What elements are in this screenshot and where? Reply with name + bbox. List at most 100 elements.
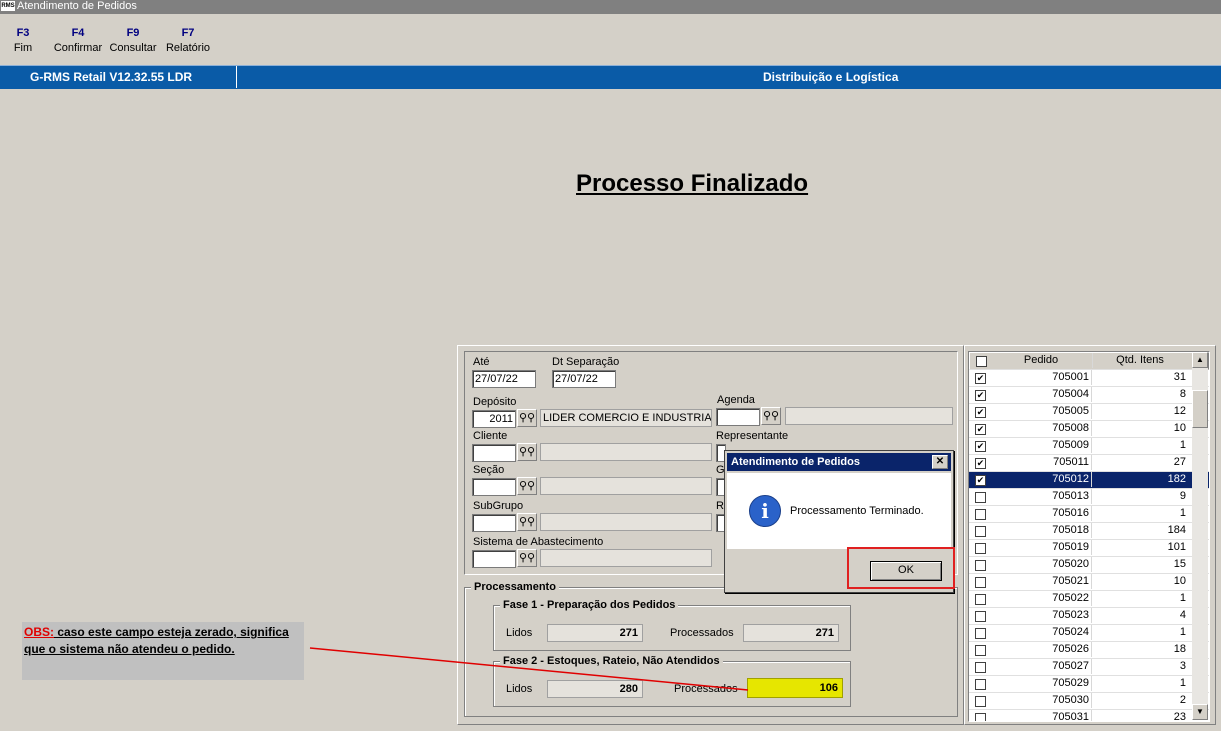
row-checkbox[interactable] bbox=[975, 679, 986, 690]
row-checkbox[interactable] bbox=[975, 628, 986, 639]
row-checkbox[interactable] bbox=[975, 543, 986, 554]
fim-button[interactable]: F3 Fim bbox=[10, 24, 36, 54]
sistema-abastecimento-label: Sistema de Abastecimento bbox=[473, 536, 604, 548]
pedido-cell: 705016 bbox=[991, 506, 1092, 521]
relatorio-button[interactable]: F7 Relatório bbox=[163, 24, 213, 54]
qtd-cell: 27 bbox=[1173, 456, 1186, 468]
list-row[interactable]: ✔ 705008 10 bbox=[969, 421, 1209, 438]
secao-search-icon[interactable]: ⚲⚲ bbox=[517, 477, 537, 495]
list-row[interactable]: ✔ 705009 1 bbox=[969, 438, 1209, 455]
deposito-label: Depósito bbox=[473, 396, 517, 408]
secao-description bbox=[540, 477, 712, 495]
list-row[interactable]: ✔ 705011 27 bbox=[969, 455, 1209, 472]
list-row[interactable]: 705022 1 bbox=[969, 591, 1209, 608]
list-row[interactable]: ✔ 705005 12 bbox=[969, 404, 1209, 421]
fase2-title: Fase 2 - Estoques, Rateio, Não Atendidos bbox=[500, 655, 723, 667]
list-row[interactable]: 705018 184 bbox=[969, 523, 1209, 540]
row-checkbox[interactable] bbox=[975, 645, 986, 656]
cliente-search-icon[interactable]: ⚲⚲ bbox=[517, 443, 537, 461]
list-row[interactable]: 705030 2 bbox=[969, 693, 1209, 710]
fase1-title: Fase 1 - Preparação dos Pedidos bbox=[500, 599, 679, 611]
list-row[interactable]: 705013 9 bbox=[969, 489, 1209, 506]
row-checkbox[interactable]: ✔ bbox=[975, 373, 986, 384]
row-checkbox[interactable]: ✔ bbox=[975, 407, 986, 418]
dt-separacao-input[interactable]: 27/07/22 bbox=[552, 370, 616, 388]
scroll-up-icon[interactable]: ▲ bbox=[1192, 352, 1208, 368]
pedido-cell: 705005 bbox=[991, 404, 1092, 419]
fkey-f9: F9 bbox=[126, 27, 140, 39]
fkey-f3: F3 bbox=[16, 27, 30, 39]
agenda-input[interactable] bbox=[716, 408, 760, 426]
sistema-search-icon[interactable]: ⚲⚲ bbox=[517, 549, 537, 567]
deposito-input[interactable]: 2011 bbox=[472, 410, 516, 428]
row-checkbox[interactable] bbox=[975, 577, 986, 588]
list-row[interactable]: 705023 4 bbox=[969, 608, 1209, 625]
pedido-cell: 705013 bbox=[991, 489, 1092, 504]
list-row[interactable]: ✔ 705012 182 bbox=[969, 472, 1209, 489]
list-row[interactable]: 705031 23 bbox=[969, 710, 1209, 721]
row-checkbox[interactable]: ✔ bbox=[975, 441, 986, 452]
pedido-cell: 705030 bbox=[991, 693, 1092, 708]
row-checkbox[interactable] bbox=[975, 594, 986, 605]
row-checkbox[interactable] bbox=[975, 526, 986, 537]
window-titlebar: RMS Atendimento de Pedidos bbox=[0, 0, 1221, 14]
pedido-cell: 705001 bbox=[991, 370, 1092, 385]
qtd-cell: 10 bbox=[1173, 575, 1186, 587]
select-all-checkbox[interactable] bbox=[976, 356, 987, 367]
agenda-search-icon[interactable]: ⚲⚲ bbox=[761, 407, 781, 425]
scroll-down-icon[interactable]: ▼ bbox=[1192, 704, 1208, 720]
app-version: G-RMS Retail V12.32.55 LDR bbox=[30, 70, 193, 84]
fase1-processados-value: 271 bbox=[743, 624, 839, 642]
row-checkbox[interactable] bbox=[975, 713, 986, 721]
list-row[interactable]: ✔ 705004 8 bbox=[969, 387, 1209, 404]
window-title: Atendimento de Pedidos bbox=[17, 0, 137, 12]
subgrupo-search-icon[interactable]: ⚲⚲ bbox=[517, 513, 537, 531]
row-checkbox[interactable]: ✔ bbox=[975, 390, 986, 401]
scroll-thumb[interactable] bbox=[1192, 390, 1208, 428]
row-checkbox[interactable] bbox=[975, 662, 986, 673]
qtd-cell: 4 bbox=[1179, 609, 1186, 621]
list-row[interactable]: 705019 101 bbox=[969, 540, 1209, 557]
row-checkbox[interactable] bbox=[975, 696, 986, 707]
col-pedido[interactable]: Pedido bbox=[992, 353, 1093, 368]
list-row[interactable]: 705021 10 bbox=[969, 574, 1209, 591]
row-checkbox[interactable] bbox=[975, 611, 986, 622]
ate-input[interactable]: 27/07/22 bbox=[472, 370, 536, 388]
row-checkbox[interactable] bbox=[975, 509, 986, 520]
confirmar-button[interactable]: F4 Confirmar bbox=[52, 24, 104, 54]
pedidos-list[interactable]: Pedido Qtd. Itens ✔ 705001 31 ✔ 705004 8 ✔ 7050… bbox=[968, 351, 1210, 722]
list-row[interactable]: 705029 1 bbox=[969, 676, 1209, 693]
list-row[interactable]: 705026 18 bbox=[969, 642, 1209, 659]
row-checkbox[interactable] bbox=[975, 560, 986, 571]
secao-input[interactable] bbox=[472, 478, 516, 496]
col-qtd-itens[interactable]: Qtd. Itens bbox=[1093, 353, 1189, 368]
row-checkbox[interactable]: ✔ bbox=[975, 475, 986, 486]
list-scrollbar[interactable]: ▲ ▼ bbox=[1192, 352, 1208, 720]
pedido-cell: 705031 bbox=[991, 710, 1092, 721]
close-icon[interactable]: ✕ bbox=[932, 455, 948, 469]
qtd-cell: 15 bbox=[1173, 558, 1186, 570]
agenda-description bbox=[785, 407, 953, 425]
representante-label: Representante bbox=[716, 430, 789, 442]
pedido-cell: 705027 bbox=[991, 659, 1092, 674]
subgrupo-label: SubGrupo bbox=[473, 500, 524, 512]
list-row[interactable]: 705024 1 bbox=[969, 625, 1209, 642]
list-row[interactable]: ✔ 705001 31 bbox=[969, 370, 1209, 387]
row-checkbox[interactable]: ✔ bbox=[975, 458, 986, 469]
qtd-cell: 18 bbox=[1173, 643, 1186, 655]
list-row[interactable]: 705016 1 bbox=[969, 506, 1209, 523]
list-row[interactable]: 705027 3 bbox=[969, 659, 1209, 676]
subgrupo-input[interactable] bbox=[472, 514, 516, 532]
row-checkbox[interactable] bbox=[975, 492, 986, 503]
cliente-description bbox=[540, 443, 712, 461]
deposito-search-icon[interactable]: ⚲⚲ bbox=[517, 409, 537, 427]
sistema-abastecimento-input[interactable] bbox=[472, 550, 516, 568]
pedido-cell: 705022 bbox=[991, 591, 1092, 606]
cliente-input[interactable] bbox=[472, 444, 516, 462]
dialog-message: Processamento Terminado. bbox=[790, 505, 924, 517]
list-rows: ✔ 705001 31 ✔ 705004 8 ✔ 705005 12 ✔ 705008 10 ✔ 7050… bbox=[969, 370, 1209, 721]
row-checkbox[interactable]: ✔ bbox=[975, 424, 986, 435]
agenda-label: Agenda bbox=[717, 394, 755, 406]
list-row[interactable]: 705020 15 bbox=[969, 557, 1209, 574]
consultar-button[interactable]: F9 Consultar bbox=[107, 24, 159, 54]
